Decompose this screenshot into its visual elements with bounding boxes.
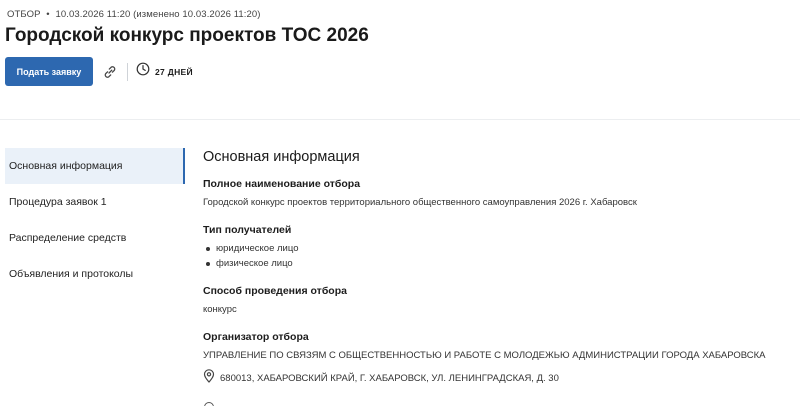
full-name-section: Полное наименование отбора Городской кон… xyxy=(203,178,793,208)
header-divider xyxy=(0,119,800,120)
recipients-section: Тип получателей юридическое лицо физичес… xyxy=(203,224,793,269)
sidebar-item-application-procedure[interactable]: Процедура заявок 1 xyxy=(5,184,185,220)
divider xyxy=(127,62,128,81)
days-left: 27 ДНЕЙ xyxy=(155,66,193,77)
action-bar: Подать заявку 27 ДНЕЙ xyxy=(5,57,193,86)
header-meta: ОТБОР • 10.03.2026 11:20 (изменено 10.03… xyxy=(7,9,261,20)
contact-icon xyxy=(204,402,214,406)
recipients-list: юридическое лицо физическое лицо xyxy=(203,243,793,269)
method-label: Способ проведения отбора xyxy=(203,285,347,297)
method-value: конкурс xyxy=(203,304,237,315)
address-row: 680013, ХАБАРОВСКИЙ КРАЙ, Г. ХАБАРОВСК, … xyxy=(203,369,793,388)
sidebar-item-main-info[interactable]: Основная информация xyxy=(5,148,185,184)
sidebar-item-announcements[interactable]: Объявления и протоколы xyxy=(5,256,185,292)
sidebar-item-funds-distribution[interactable]: Распределение средств xyxy=(5,220,185,256)
location-pin-icon xyxy=(203,369,215,388)
recipients-label: Тип получателей xyxy=(203,224,292,236)
organizer-label: Организатор отбора xyxy=(203,331,309,343)
timestamp: 10.03.2026 11:20 (изменено 10.03.2026 11… xyxy=(55,9,261,20)
list-item: юридическое лицо xyxy=(203,243,793,254)
meta-separator: • xyxy=(46,9,50,20)
link-icon[interactable] xyxy=(100,62,120,82)
full-name-label: Полное наименование отбора xyxy=(203,178,361,190)
organizer-section: Организатор отбора УПРАВЛЕНИЕ ПО СВЯЗЯМ … xyxy=(203,331,793,388)
sidebar-nav: Основная информация Процедура заявок 1 Р… xyxy=(5,148,185,292)
category-label: ОТБОР xyxy=(7,9,41,20)
main-content: Основная информация Полное наименование … xyxy=(203,149,793,404)
section-heading: Основная информация xyxy=(203,149,360,165)
clock-icon xyxy=(136,62,150,81)
page-title: Городской конкурс проектов ТОС 2026 xyxy=(5,25,369,46)
organizer-address: 680013, ХАБАРОВСКИЙ КРАЙ, Г. ХАБАРОВСК, … xyxy=(220,373,559,384)
apply-button[interactable]: Подать заявку xyxy=(5,57,93,86)
method-section: Способ проведения отбора конкурс xyxy=(203,285,793,315)
organizer-value: УПРАВЛЕНИЕ ПО СВЯЗЯМ С ОБЩЕСТВЕННОСТЬЮ И… xyxy=(203,350,766,361)
full-name-value: Городской конкурс проектов территориальн… xyxy=(203,197,637,208)
list-item: физическое лицо xyxy=(203,258,793,269)
deadline-indicator: 27 ДНЕЙ xyxy=(136,62,193,81)
